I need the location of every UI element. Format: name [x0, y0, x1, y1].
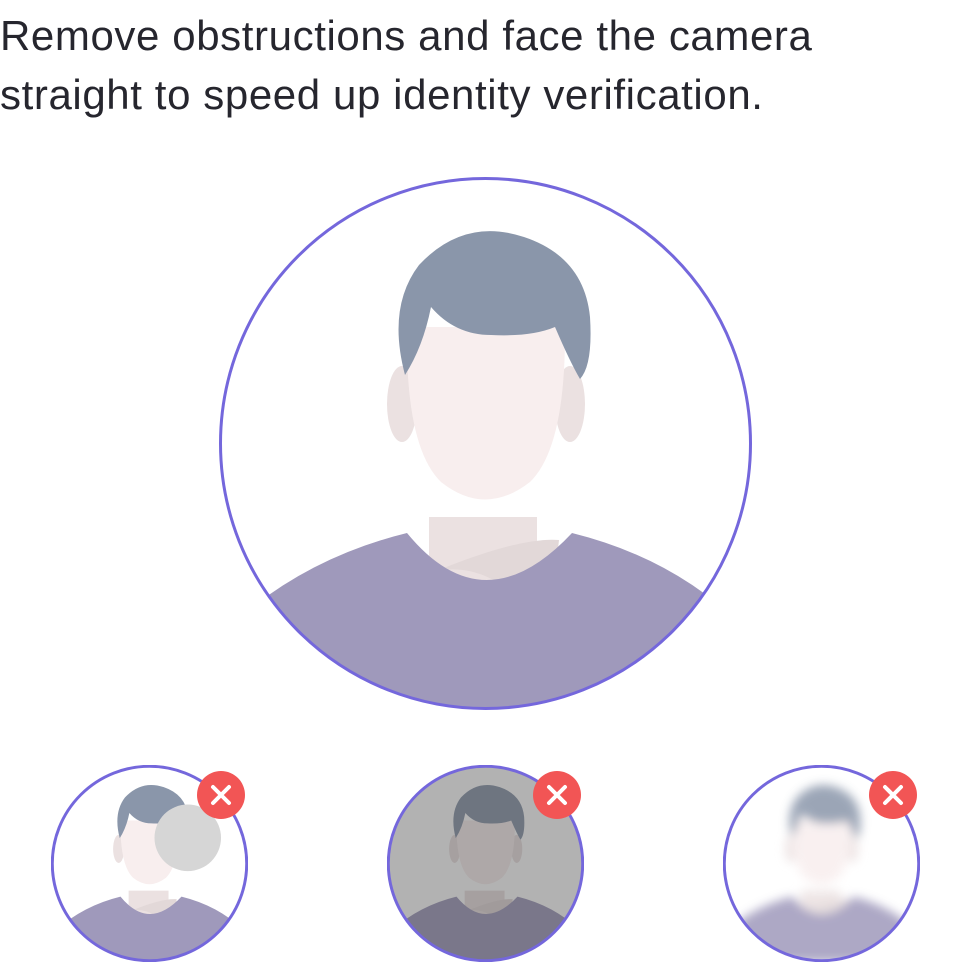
instruction-line-2: straight to speed up identity verificati…	[0, 71, 764, 118]
person-avatar-icon	[219, 177, 752, 710]
error-x-icon	[869, 771, 917, 819]
error-x-icon	[197, 771, 245, 819]
example-too-dark	[387, 764, 584, 963]
example-blurry	[723, 764, 920, 963]
error-x-icon	[533, 771, 581, 819]
instruction-text: Remove obstructions and face the camera …	[0, 6, 960, 124]
example-obstruction	[51, 764, 248, 963]
instruction-line-1: Remove obstructions and face the camera	[0, 12, 813, 59]
correct-pose-illustration	[219, 177, 752, 710]
